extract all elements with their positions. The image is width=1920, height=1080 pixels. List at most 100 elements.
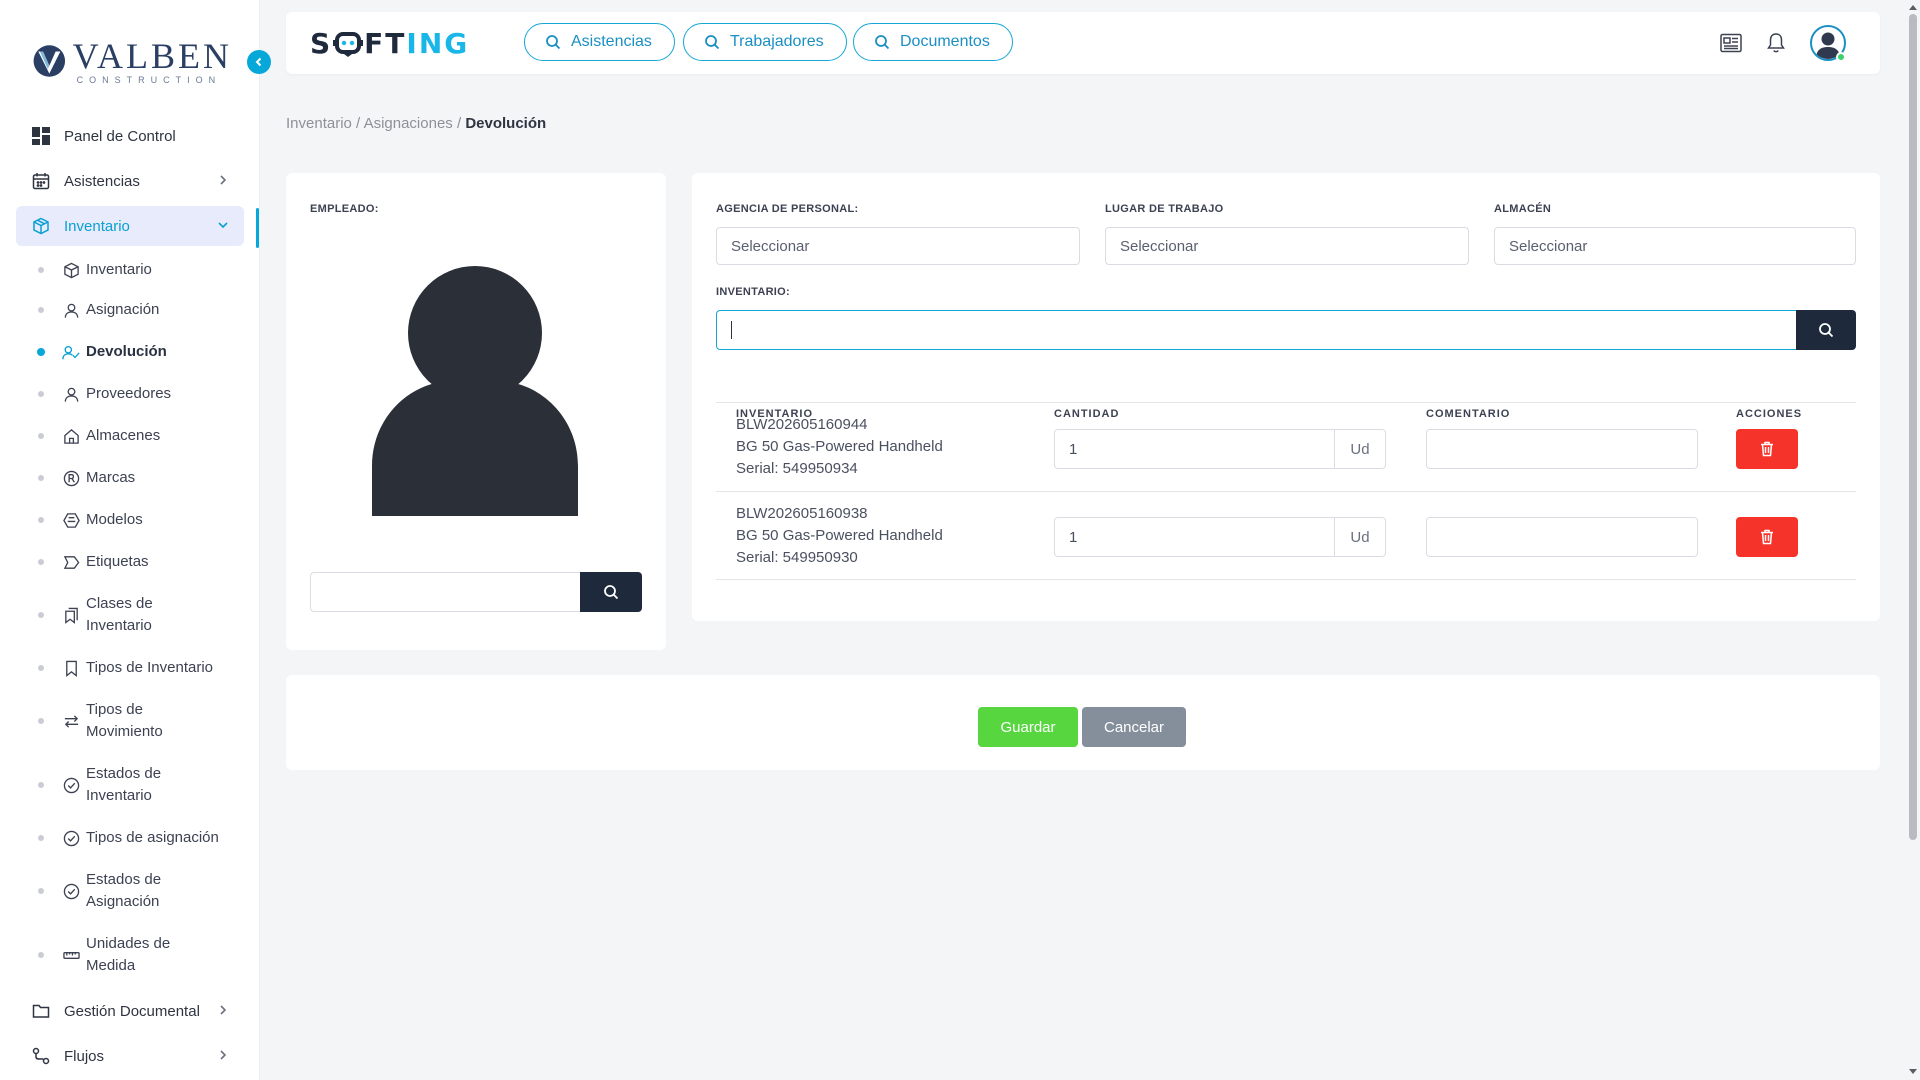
trash-icon [1761, 441, 1773, 457]
breadcrumb: Inventario / Asignaciones / Devolución [286, 115, 546, 132]
top-header: S FT ING Asistencias Trabajadores Docume… [286, 12, 1880, 74]
submenu-item-almacenes[interactable]: Almacenes [16, 415, 244, 457]
submenu-item-tipos-de-inventario[interactable]: Tipos de Inventario [16, 647, 244, 689]
online-status-dot [1836, 52, 1846, 62]
unit-label: Ud [1350, 440, 1370, 458]
box-icon [62, 261, 80, 279]
scroll-up-arrow-icon[interactable] [1908, 3, 1918, 11]
brand-part1: S [310, 26, 333, 60]
sidebar-item-panel-de-control[interactable]: Panel de Control [16, 116, 244, 156]
submenu-item-tipos-de-movimiento[interactable]: Tipos de Movimiento [16, 689, 244, 753]
row-2-delete-button[interactable] [1736, 517, 1798, 557]
scrollbar-thumb[interactable] [1909, 14, 1917, 840]
breadcrumb-asignaciones[interactable]: Asignaciones [364, 115, 453, 132]
sidebar-item-inventario[interactable]: Inventario [16, 206, 244, 246]
check-circle-icon [62, 776, 80, 794]
warehouse-select-value: Seleccionar [1509, 237, 1588, 255]
chevron-down-icon [218, 222, 228, 229]
calendar-icon [32, 172, 50, 190]
submenu-label: Clases de Inventario [86, 595, 153, 634]
bell-icon[interactable] [1764, 31, 1788, 55]
quick-search-asistencias-button[interactable]: Asistencias [524, 23, 675, 61]
row-1-quantity-input[interactable]: 1 Ud [1054, 429, 1386, 469]
check-circle-icon [62, 829, 80, 847]
bullet-dot [38, 475, 44, 481]
inventario-submenu: Inventario Asignación Devolución Proveed… [16, 251, 244, 987]
workplace-select-value: Seleccionar [1120, 237, 1199, 255]
sidebar-item-label: Inventario [64, 217, 130, 235]
submenu-item-clases-de-inventario[interactable]: Clases de Inventario [16, 583, 244, 647]
scroll-down-arrow-icon[interactable] [1908, 1068, 1918, 1076]
employee-search-button[interactable] [580, 572, 642, 612]
inventory-search-button[interactable] [1796, 310, 1856, 350]
valben-logo[interactable]: VALBEN CONSTRUCTION [32, 36, 232, 86]
search-icon [705, 35, 720, 50]
quick-search-trabajadores-button[interactable]: Trabajadores [683, 23, 847, 61]
sidebar-item-flujos[interactable]: Flujos [16, 1036, 244, 1076]
warehouse-select[interactable]: Seleccionar [1494, 227, 1856, 265]
submenu-item-inventario[interactable]: Inventario [16, 251, 244, 289]
row-1-comment-input[interactable] [1426, 429, 1698, 469]
submenu-item-tipos-de-asignacion[interactable]: Tipos de asignación [16, 817, 244, 859]
submenu-item-marcas[interactable]: Marcas [16, 457, 244, 499]
inventory-search-input[interactable] [716, 310, 1798, 350]
sidebar-item-asistencias[interactable]: Asistencias [16, 161, 244, 201]
bullet-dot [38, 952, 44, 958]
breadcrumb-inventario[interactable]: Inventario [286, 115, 352, 132]
brand-part3: ING [406, 26, 470, 60]
row-2-quantity-input[interactable]: 1 Ud [1054, 517, 1386, 557]
logo-title: VALBEN [72, 35, 232, 76]
submenu-label: Almacenes [86, 427, 161, 444]
pill-label: Documentos [900, 33, 990, 50]
flow-icon [32, 1047, 50, 1065]
row-code: BLW202605160938 [736, 505, 868, 522]
quantity-value[interactable]: 1 [1055, 518, 1335, 556]
sidebar-item-label: Gestión Documental [64, 1002, 200, 1020]
bullet-dot [38, 612, 44, 618]
workplace-select[interactable]: Seleccionar [1105, 227, 1469, 265]
save-button[interactable]: Guardar [978, 707, 1078, 747]
sidebar-item-gestion-documental[interactable]: Gestión Documental [16, 991, 244, 1031]
bullet-dot-active [37, 348, 45, 356]
quick-search-documentos-button[interactable]: Documentos [853, 23, 1013, 61]
dashboard-icon [32, 127, 50, 145]
submenu-item-proveedores[interactable]: Proveedores [16, 373, 244, 415]
pill-label: Asistencias [571, 33, 652, 50]
submenu-item-devolucion[interactable]: Devolución [16, 331, 244, 373]
registered-icon [62, 469, 80, 487]
employee-card: EMPLEADO: [286, 173, 666, 650]
search-icon [1819, 323, 1834, 338]
row-serial: Serial: 549950934 [736, 460, 858, 477]
breadcrumb-separator: / [356, 115, 361, 132]
bookmarks-icon [62, 606, 80, 624]
submenu-item-unidades-de-medida[interactable]: Unidades de Medida [16, 923, 244, 987]
quantity-value[interactable]: 1 [1055, 430, 1335, 468]
row-divider [716, 491, 1856, 492]
pill-label: Trabajadores [730, 33, 824, 50]
bullet-dot [38, 307, 44, 313]
bullet-dot [38, 665, 44, 671]
sidebar-collapse-button[interactable] [247, 50, 271, 74]
submenu-item-etiquetas[interactable]: Etiquetas [16, 541, 244, 583]
row-2-comment-input[interactable] [1426, 517, 1698, 557]
submenu-item-estados-de-inventario[interactable]: Estados de Inventario [16, 753, 244, 817]
submenu-item-estados-de-asignacion[interactable]: Estados de Asignación [16, 859, 244, 923]
hexagon-icon [62, 511, 80, 529]
row-name: BG 50 Gas-Powered Handheld [736, 438, 943, 455]
submenu-item-asignacion[interactable]: Asignación [16, 289, 244, 331]
bullet-dot [38, 835, 44, 841]
news-icon[interactable] [1719, 31, 1743, 55]
text-cursor [731, 321, 732, 339]
submenu-label: Unidades de Medida [86, 935, 171, 974]
row-1-delete-button[interactable] [1736, 429, 1798, 469]
submenu-label: Asignación [86, 301, 160, 318]
softing-logo[interactable]: S FT ING [310, 26, 470, 60]
cancel-button[interactable]: Cancelar [1082, 707, 1186, 747]
submenu-item-modelos[interactable]: Modelos [16, 499, 244, 541]
bullet-dot [38, 433, 44, 439]
agency-select[interactable]: Seleccionar [716, 227, 1080, 265]
warehouse-label: ALMACÉN [1494, 203, 1552, 215]
robot-o-icon [333, 32, 364, 57]
employee-search-input[interactable] [310, 572, 582, 612]
user-check-icon [62, 343, 80, 361]
